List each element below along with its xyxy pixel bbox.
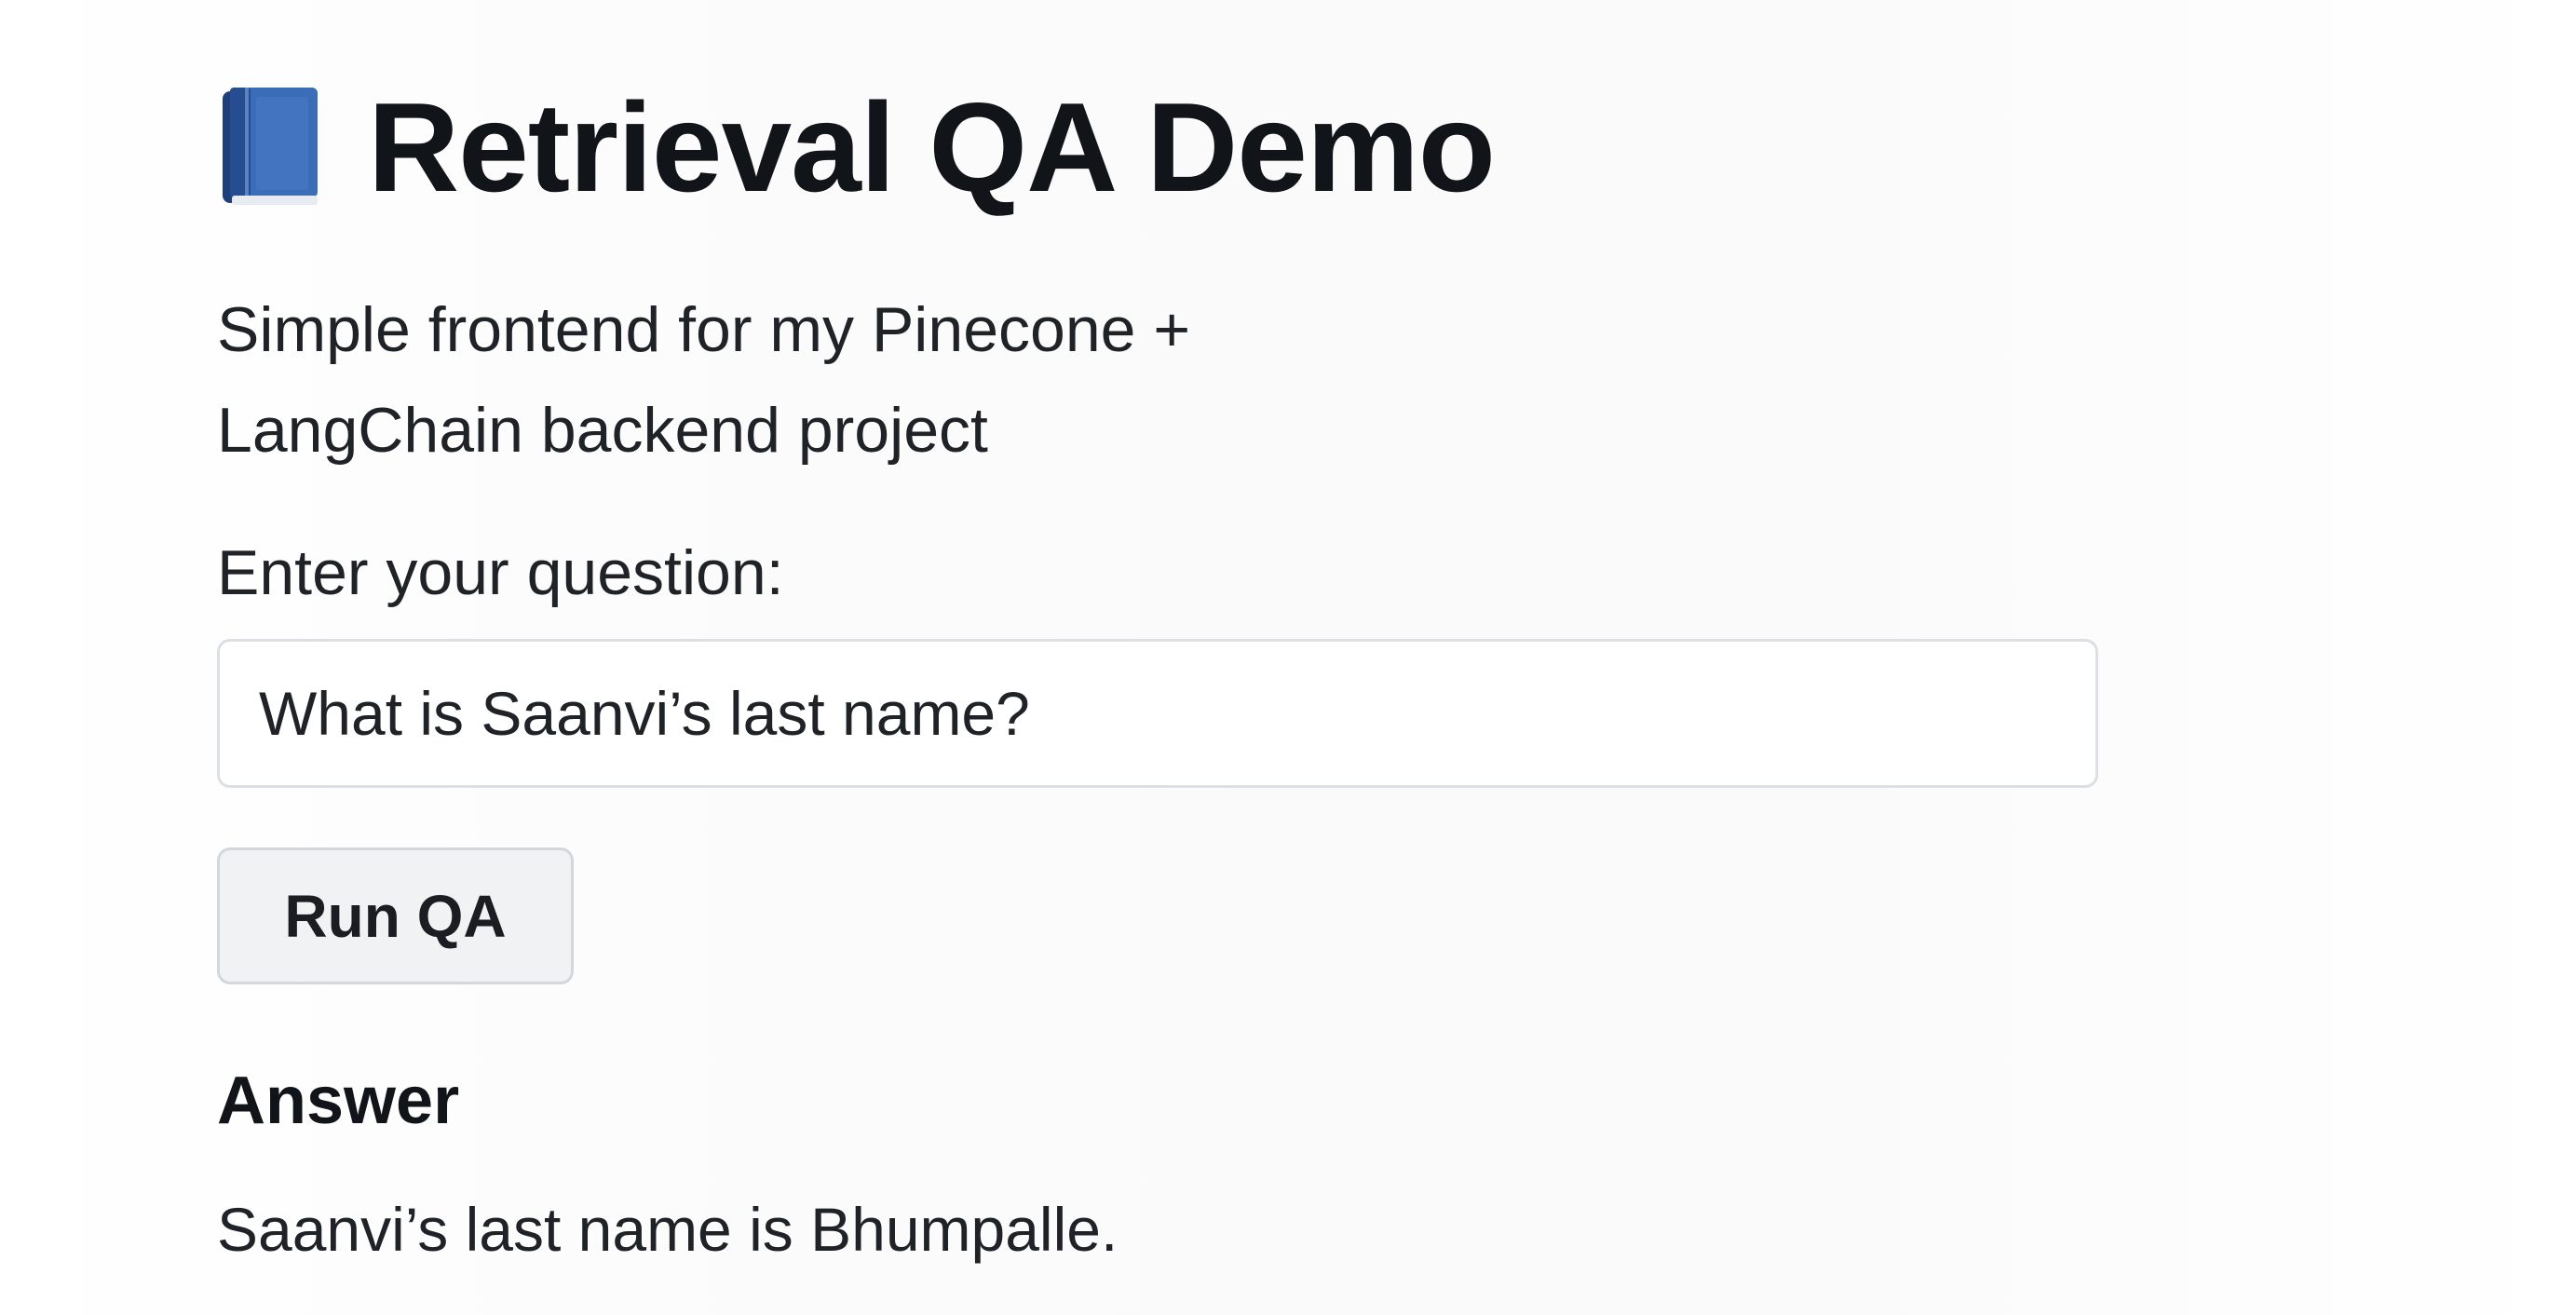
- run-qa-button[interactable]: Run QA: [217, 847, 574, 984]
- answer-heading: Answer: [217, 1064, 460, 1138]
- page-description: Simple frontend for my Pinecone + LangCh…: [217, 294, 1191, 466]
- page: Retrieval QA Demo Simple frontend for my…: [0, 0, 2576, 1315]
- answer-text: Saanvi’s last name is Bhumpalle.: [217, 1195, 1119, 1264]
- blue-book-icon: [223, 88, 318, 205]
- page-header: Retrieval QA Demo: [217, 73, 1496, 222]
- page-title: Retrieval QA Demo: [368, 76, 1496, 218]
- question-label: Enter your question:: [217, 537, 784, 608]
- question-input[interactable]: [217, 639, 2098, 788]
